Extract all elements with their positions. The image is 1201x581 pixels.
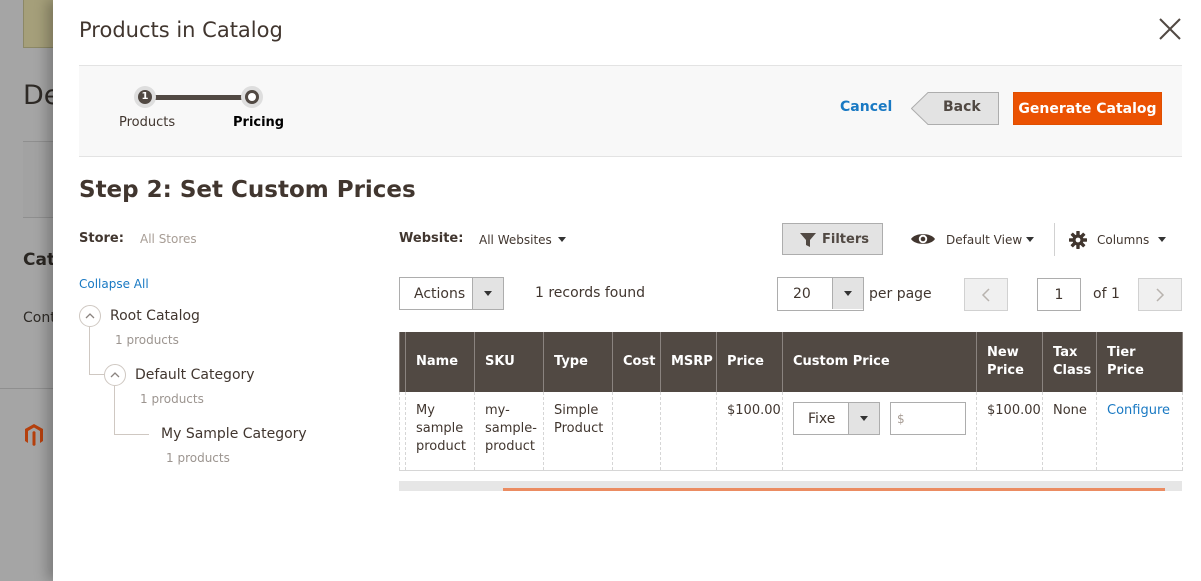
step-progress-line xyxy=(145,95,253,100)
custom-price-type-value: Fixe xyxy=(808,411,836,427)
chevron-up-icon xyxy=(85,313,95,319)
filters-label: Filters xyxy=(822,232,869,247)
tree-item-default-category[interactable]: Default Category xyxy=(135,367,255,383)
custom-price-type-dropdown[interactable]: Fixe xyxy=(793,402,880,435)
toolbar-divider xyxy=(1054,223,1055,256)
tree-item-count: 1 products xyxy=(166,451,230,465)
actions-label: Actions xyxy=(414,286,466,302)
column-header-price[interactable]: Price xyxy=(716,332,783,392)
tree-connector xyxy=(114,386,115,434)
category-tree: Root Catalog 1 products Default Category… xyxy=(79,305,379,475)
step-label-products[interactable]: Products xyxy=(119,115,175,130)
column-header-custom-price[interactable]: Custom Price xyxy=(782,332,977,392)
column-header-cost[interactable]: Cost xyxy=(612,332,661,392)
background-page: De Cat Cont xyxy=(0,0,60,581)
column-header-new-price[interactable]: New Price xyxy=(976,332,1043,392)
chevron-down-icon xyxy=(860,416,868,421)
table-row: My sample product my-sample-product Simp… xyxy=(399,392,1183,471)
total-pages: of 1 xyxy=(1093,286,1120,302)
chevron-down-icon xyxy=(484,291,492,296)
tree-item-my-sample-category[interactable]: My Sample Category xyxy=(161,426,307,442)
step-title: Step 2: Set Custom Prices xyxy=(79,177,416,203)
step-1-number: 1 xyxy=(138,90,152,104)
store-label: Store: xyxy=(79,231,124,246)
chevron-down-icon[interactable] xyxy=(1158,237,1166,242)
cell-cost xyxy=(612,392,661,471)
cell-msrp xyxy=(660,392,717,471)
cell-sku: my-sample-product xyxy=(474,392,544,471)
step-label-pricing[interactable]: Pricing xyxy=(233,115,284,130)
tree-item-root-catalog[interactable]: Root Catalog xyxy=(110,308,200,324)
filter-icon xyxy=(800,233,816,247)
background-section-title: Cat xyxy=(23,250,56,270)
cell-tax-class: None xyxy=(1042,392,1097,471)
actions-dropdown-toggle[interactable] xyxy=(472,278,503,309)
eye-icon xyxy=(911,234,935,244)
filters-button[interactable]: Filters xyxy=(782,223,883,255)
products-grid: Name SKU Type Cost MSRP Price Custom Pri… xyxy=(399,332,1183,471)
grid-header-row: Name SKU Type Cost MSRP Price Custom Pri… xyxy=(399,332,1183,392)
per-page-label: per page xyxy=(869,286,932,302)
tree-item-count: 1 products xyxy=(115,333,179,347)
configure-tier-price-link[interactable]: Configure xyxy=(1096,392,1183,471)
background-content-text: Cont xyxy=(23,310,56,326)
column-header-tier-price[interactable]: Tier Price xyxy=(1096,332,1183,392)
current-page-input[interactable] xyxy=(1037,278,1081,311)
collapse-all-link[interactable]: Collapse All xyxy=(79,277,149,291)
step-2-indicator[interactable] xyxy=(241,86,263,108)
column-header-tax-class[interactable]: Tax Class xyxy=(1042,332,1097,392)
close-icon[interactable] xyxy=(1157,16,1183,42)
chevron-left-icon xyxy=(981,288,990,302)
custom-price-type-toggle[interactable] xyxy=(848,403,879,434)
chevron-down-icon[interactable] xyxy=(1026,237,1034,242)
scrollbar-thumb[interactable] xyxy=(503,488,1165,491)
gear-icon xyxy=(1069,231,1087,249)
cell-name: My sample product xyxy=(405,392,475,471)
tree-toggle-default-category[interactable] xyxy=(104,364,126,386)
cell-type: Simple Product xyxy=(543,392,613,471)
tree-toggle-root-catalog[interactable] xyxy=(79,305,101,327)
website-label: Website: xyxy=(399,231,464,246)
website-switcher[interactable]: All Websites xyxy=(479,233,552,247)
per-page-dropdown[interactable]: 20 xyxy=(777,277,864,311)
cell-custom-price: Fixe xyxy=(782,392,977,471)
chevron-down-icon xyxy=(844,291,852,296)
column-header-msrp[interactable]: MSRP xyxy=(660,332,717,392)
default-view-label: Default View xyxy=(946,233,1023,247)
step-1-indicator[interactable]: 1 xyxy=(134,86,156,108)
chevron-up-icon xyxy=(110,372,120,378)
wizard-steps-bar: 1 Products Pricing Cancel Back Generate … xyxy=(79,65,1182,157)
store-value: All Stores xyxy=(140,232,197,246)
custom-price-input[interactable] xyxy=(890,402,966,435)
cell-new-price: $100.00 xyxy=(976,392,1043,471)
columns-label: Columns xyxy=(1097,233,1150,247)
column-header-name[interactable]: Name xyxy=(405,332,475,392)
column-header-type[interactable]: Type xyxy=(543,332,613,392)
column-header-sku[interactable]: SKU xyxy=(474,332,544,392)
tree-item-count: 1 products xyxy=(140,392,204,406)
horizontal-scrollbar[interactable] xyxy=(399,481,1182,491)
chevron-right-icon xyxy=(1156,288,1165,302)
records-found: 1 records found xyxy=(535,285,645,301)
cell-price: $100.00 xyxy=(716,392,783,471)
chevron-down-icon[interactable] xyxy=(558,237,566,242)
tree-connector xyxy=(89,327,90,374)
tree-connector xyxy=(89,374,104,375)
back-button[interactable]: Back xyxy=(911,92,999,125)
back-button-label: Back xyxy=(943,99,981,115)
previous-page-button[interactable] xyxy=(964,278,1008,311)
actions-dropdown[interactable]: Actions xyxy=(399,277,504,310)
per-page-value: 20 xyxy=(793,286,811,302)
modal-title: Products in Catalog xyxy=(79,18,283,42)
per-page-dropdown-toggle[interactable] xyxy=(832,278,863,309)
cancel-button[interactable]: Cancel xyxy=(840,99,892,115)
magento-logo-icon xyxy=(25,424,43,446)
products-in-catalog-modal: Products in Catalog 1 Products Pricing C… xyxy=(53,0,1201,581)
generate-catalog-button[interactable]: Generate Catalog xyxy=(1013,92,1162,125)
background-divider xyxy=(0,388,60,389)
tree-connector xyxy=(114,434,149,435)
next-page-button[interactable] xyxy=(1138,278,1182,311)
